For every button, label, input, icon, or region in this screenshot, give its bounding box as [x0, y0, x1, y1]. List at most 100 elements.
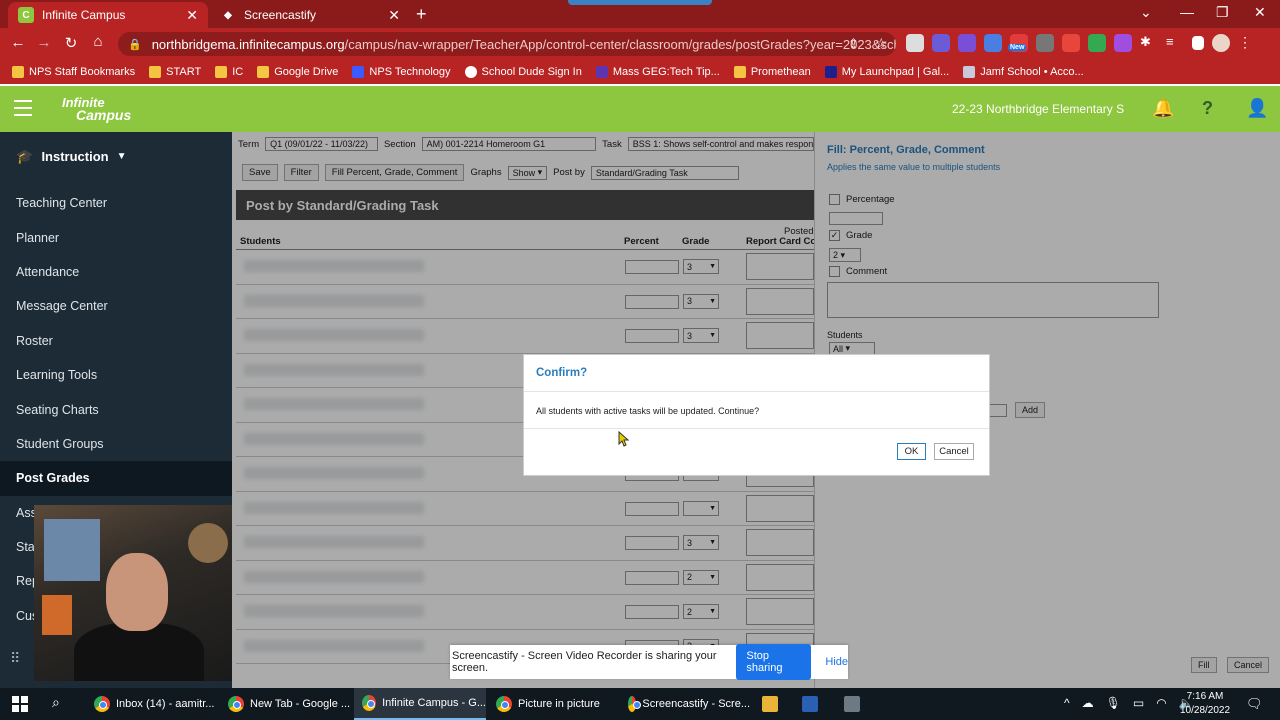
taskbar-app[interactable]: Picture in picture: [488, 688, 616, 720]
taskbar-app-active[interactable]: Infinite Campus - G...: [354, 688, 486, 720]
close-tab-icon[interactable]: ✕: [186, 7, 198, 24]
new-badge: New: [1008, 44, 1027, 51]
sidebar-item-student-groups[interactable]: Student Groups: [0, 427, 232, 461]
launchpad-icon: [824, 66, 837, 78]
bookmark-item[interactable]: START: [149, 66, 201, 78]
infinite-campus-favicon-icon: C: [18, 7, 34, 23]
user-icon[interactable]: 👤: [1246, 98, 1268, 119]
help-icon[interactable]: ?: [1202, 98, 1213, 119]
side-panel-icon[interactable]: [1192, 36, 1204, 50]
drag-handle-icon[interactable]: ⠿: [10, 650, 20, 667]
bookmark-item[interactable]: Promethean: [733, 66, 811, 78]
folder-icon: [257, 66, 270, 78]
bookmark-item[interactable]: My Launchpad | Gal...: [824, 66, 950, 78]
bell-icon[interactable]: 🔔: [1152, 98, 1174, 119]
ok-button[interactable]: OK: [897, 443, 926, 460]
tab-infinite-campus[interactable]: C Infinite Campus ✕: [8, 2, 208, 28]
sidebar-item-post-grades[interactable]: Post Grades: [0, 461, 232, 496]
sidebar-item-planner[interactable]: Planner: [0, 220, 232, 254]
bookmark-item[interactable]: Google Drive: [257, 66, 338, 78]
forward-arrow-icon[interactable]: →: [31, 34, 57, 51]
screen-share-bar: Screencastify - Screen Video Recorder is…: [450, 644, 848, 680]
sidebar-item-seating-charts[interactable]: Seating Charts: [0, 392, 232, 426]
back-arrow-icon[interactable]: ←: [5, 34, 31, 51]
sidebar-item-label: Roster: [16, 333, 53, 348]
webcam-background-poster: [44, 519, 100, 581]
stop-sharing-button[interactable]: Stop sharing: [736, 644, 812, 680]
chrome-menu-icon[interactable]: ⋮: [1238, 34, 1256, 52]
onedrive-icon[interactable]: ☁: [1082, 696, 1094, 710]
windows-start-icon[interactable]: [12, 696, 28, 712]
tab-search-chevron-icon[interactable]: ⌄: [1140, 4, 1152, 21]
extension-icon[interactable]: [1088, 34, 1106, 52]
extension-icon[interactable]: [932, 34, 950, 52]
taskbar-app-label: Picture in picture: [518, 698, 600, 710]
extension-icon[interactable]: [1036, 34, 1054, 52]
notifications-icon[interactable]: 🗨: [1246, 696, 1263, 712]
tab-screencastify[interactable]: ◆ Screencastify ✕: [210, 2, 410, 28]
bookmark-item[interactable]: Jamf School • Acco...: [963, 66, 1084, 78]
extension-icon[interactable]: [1114, 34, 1132, 52]
extension-icon[interactable]: [958, 34, 976, 52]
sidebar-item-label: Seating Charts: [16, 402, 99, 417]
webcam-overlay[interactable]: [34, 505, 232, 681]
battery-icon[interactable]: ▭: [1133, 696, 1144, 710]
divider: [524, 391, 989, 392]
bookmark-label: Mass GEG:Tech Tip...: [612, 66, 720, 78]
hamburger-menu-icon[interactable]: [14, 100, 32, 116]
home-icon[interactable]: ⌂: [85, 33, 111, 50]
sidebar-item-learning-tools[interactable]: Learning Tools: [0, 358, 232, 392]
address-bar[interactable]: 🔒 northbridgema.infinitecampus.org/campu…: [118, 32, 896, 56]
extensions-puzzle-icon[interactable]: ✱: [1140, 34, 1158, 52]
share-icon[interactable]: ⇪: [848, 36, 859, 52]
reload-icon[interactable]: ↻: [58, 34, 84, 52]
taskbar-app[interactable]: Inbox (14) - aamitr...: [86, 688, 218, 720]
cancel-button[interactable]: Cancel: [934, 443, 974, 460]
close-window-icon[interactable]: ✕: [1254, 4, 1266, 21]
taskbar-app[interactable]: Screencastify - Scre...: [620, 688, 750, 720]
camera-icon[interactable]: [844, 696, 860, 712]
taskbar-app[interactable]: New Tab - Google ...: [220, 688, 352, 720]
close-tab-icon[interactable]: ✕: [388, 7, 400, 24]
search-icon[interactable]: ⌕: [52, 694, 60, 711]
webcam-background-poster: [188, 523, 228, 563]
bookmark-star-icon[interactable]: ☆: [875, 35, 888, 52]
sidebar-item-label: Post Grades: [16, 471, 90, 486]
microphone-icon[interactable]: 🎙: [1106, 696, 1121, 710]
new-tab-plus-icon[interactable]: +: [416, 4, 427, 25]
bookmark-label: START: [166, 66, 202, 78]
extension-icon[interactable]: New: [1008, 34, 1028, 52]
chevron-up-icon[interactable]: ^: [1064, 696, 1070, 710]
wifi-icon[interactable]: ◠: [1156, 696, 1166, 710]
hide-button[interactable]: Hide: [825, 656, 848, 668]
sidebar-item-roster[interactable]: Roster: [0, 324, 232, 358]
minimize-icon[interactable]: —: [1180, 4, 1194, 20]
maximize-icon[interactable]: ❐: [1216, 4, 1229, 21]
sidebar-item-teaching-center[interactable]: Teaching Center: [0, 186, 232, 220]
extension-icon[interactable]: [984, 34, 1002, 52]
screencastify-favicon-icon: ◆: [224, 9, 232, 21]
reading-list-icon[interactable]: ≡: [1166, 34, 1184, 52]
extension-icon[interactable]: [906, 34, 924, 52]
bookmark-item[interactable]: Mass GEG:Tech Tip...: [595, 66, 720, 78]
bookmark-label: My Launchpad | Gal...: [841, 66, 950, 78]
extension-icon[interactable]: [1062, 34, 1080, 52]
profile-avatar[interactable]: [1212, 34, 1230, 52]
dialog-title: Confirm?: [536, 367, 588, 379]
sidebar-item-message-center[interactable]: Message Center: [0, 289, 232, 323]
bookmark-item[interactable]: School Dude Sign In: [464, 66, 582, 78]
sidebar-section-instruction[interactable]: 🎓 Instruction ▼: [0, 132, 232, 180]
mouse-cursor-icon: [618, 431, 630, 447]
school-name[interactable]: 22-23 Northbridge Elementary S: [952, 102, 1124, 116]
taskbar-clock[interactable]: 7:16 AM 10/28/2022: [1180, 690, 1230, 718]
bookmark-item[interactable]: NPS Staff Bookmarks: [12, 66, 135, 78]
windows-taskbar: ⌕ Inbox (14) - aamitr... New Tab - Googl…: [0, 688, 1280, 720]
outlook-icon[interactable]: [802, 696, 818, 712]
browser-tab-strip: C Infinite Campus ✕ ◆ Screencastify ✕ + …: [0, 0, 1280, 28]
screencastify-recording-indicator: [568, 0, 712, 5]
bookmark-item[interactable]: IC: [215, 66, 243, 78]
file-explorer-icon[interactable]: [762, 696, 778, 712]
sidebar-item-attendance[interactable]: Attendance: [0, 255, 232, 289]
chrome-icon: [362, 695, 377, 711]
bookmark-item[interactable]: NPS Technology: [352, 66, 451, 78]
